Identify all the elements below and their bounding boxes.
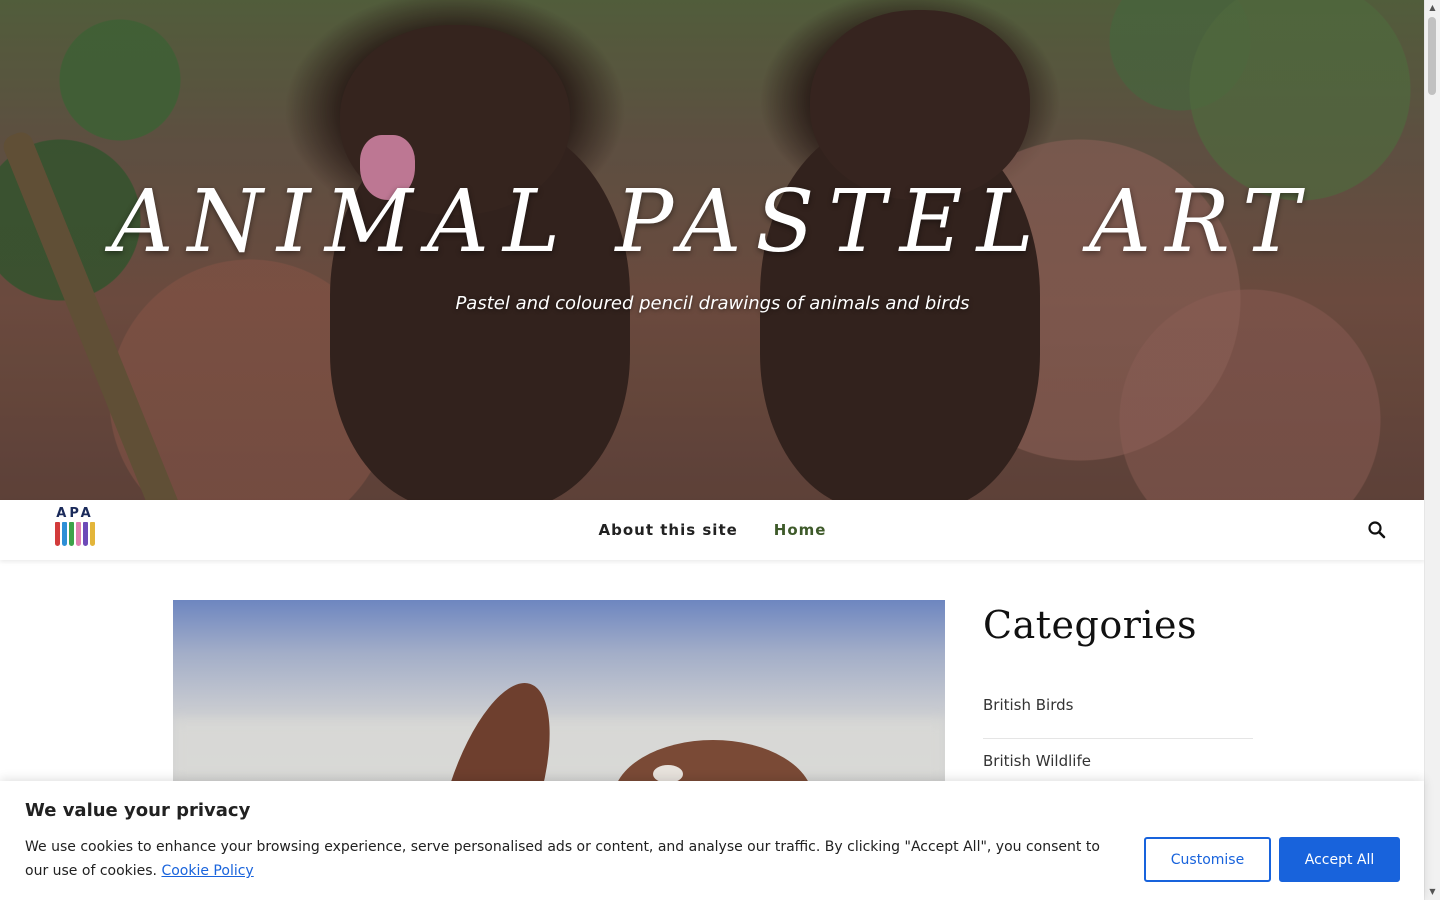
category-british-birds[interactable]: British Birds	[983, 693, 1253, 715]
site-tagline: Pastel and coloured pencil drawings of a…	[455, 293, 970, 314]
site-title[interactable]: ANIMAL PASTEL ART	[0, 172, 1425, 272]
customise-button[interactable]: Customise	[1144, 837, 1271, 882]
cookie-text-container: We use cookies to enhance your browsing …	[25, 835, 1100, 883]
search-icon	[1368, 521, 1386, 539]
scrollbar-thumb[interactable]	[1428, 17, 1436, 95]
category-british-wildlife[interactable]: British Wildlife	[983, 749, 1253, 771]
list-item: British Birds	[983, 693, 1253, 739]
cookie-title: We value your privacy	[25, 800, 251, 821]
search-button[interactable]	[1367, 520, 1387, 540]
nav-links: About this site Home	[0, 500, 1425, 560]
hero-banner: ANIMAL PASTEL ART Pastel and coloured pe…	[0, 0, 1425, 500]
categories-heading: Categories	[983, 603, 1197, 647]
cookie-policy-link[interactable]: Cookie Policy	[161, 863, 253, 879]
cookie-consent-banner: We value your privacy We use cookies to …	[0, 781, 1424, 900]
list-item: British Wildlife	[983, 739, 1253, 785]
painting-haze	[173, 720, 945, 780]
page-scrollbar[interactable]: ▲ ▼	[1424, 0, 1440, 900]
scroll-up-arrow-icon[interactable]: ▲	[1428, 3, 1437, 12]
main-navigation: APA About this site Home	[0, 500, 1425, 560]
accept-all-button[interactable]: Accept All	[1279, 837, 1400, 882]
scroll-down-arrow-icon[interactable]: ▼	[1428, 887, 1437, 896]
categories-list: British Birds British Wildlife	[983, 693, 1253, 785]
nav-about[interactable]: About this site	[599, 521, 738, 539]
nav-home[interactable]: Home	[774, 521, 827, 539]
sidebar: Categories British Birds British Wildlif…	[983, 600, 1253, 785]
